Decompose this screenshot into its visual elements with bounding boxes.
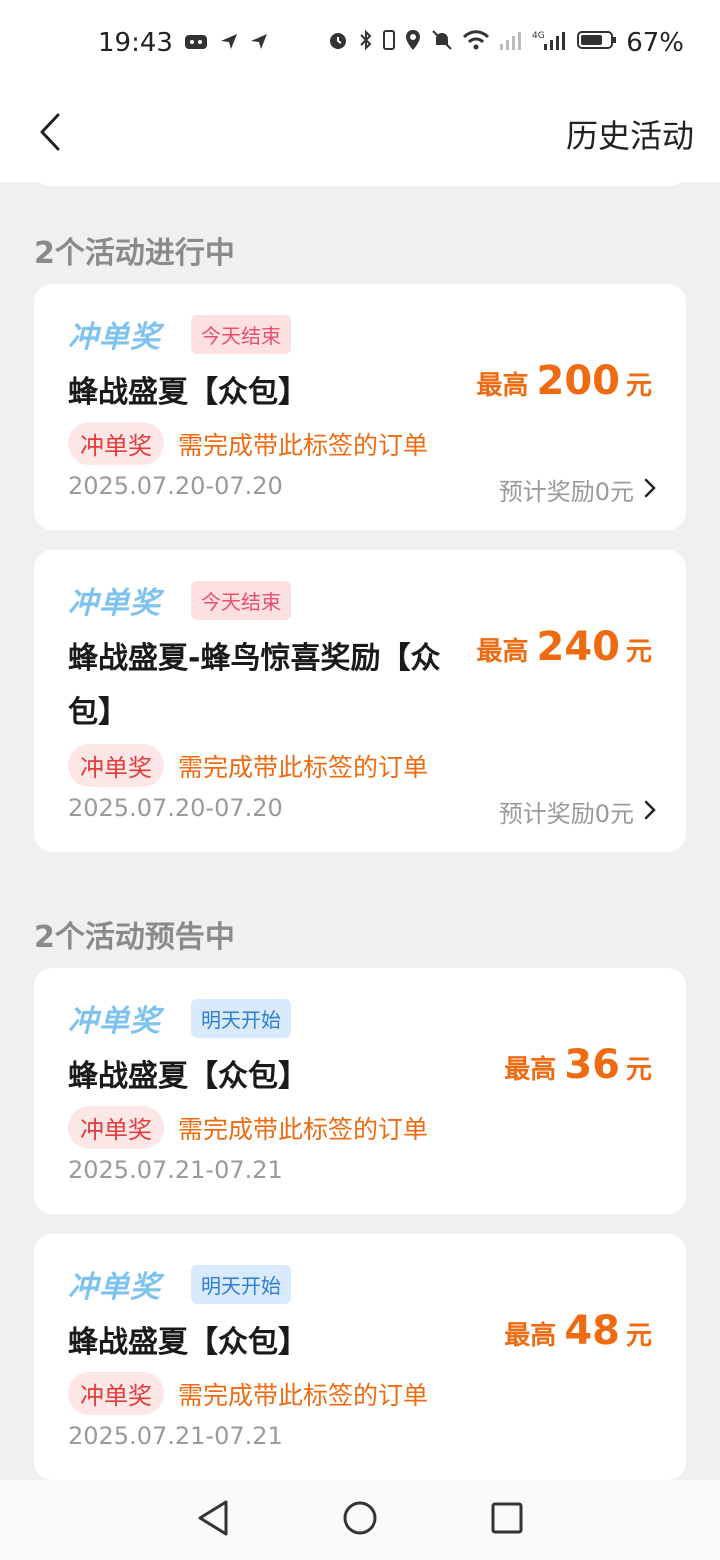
chevron-right-icon — [644, 476, 656, 504]
section-title-upcoming: 2个活动预告中 — [34, 920, 235, 955]
reward-unit: 元 — [625, 371, 652, 401]
status-badge: 明天开始 — [191, 1264, 291, 1304]
send-icon — [249, 28, 269, 58]
bluetooth-icon — [358, 28, 374, 59]
activity-card[interactable]: 冲单奖 明天开始 蜂战盛夏【众包】 最高 36 元 冲单奖 需完成带此标签的订单… — [34, 968, 686, 1214]
reward-amount: 最高 48 元 — [504, 1308, 652, 1354]
square-recents-icon — [490, 1501, 524, 1539]
requirement-tag: 冲单奖 — [68, 744, 164, 787]
reward-prefix: 最高 — [476, 371, 529, 401]
activity-title: 蜂战盛夏-蜂鸟惊喜奖励【众包】 — [68, 641, 441, 730]
status-right: 4G 67% — [326, 28, 684, 59]
chevron-left-icon — [38, 112, 62, 156]
activity-date: 2025.07.21-07.21 — [68, 1156, 283, 1184]
home-nav-button[interactable] — [330, 1490, 390, 1550]
reward-amount: 最高 200 元 — [476, 358, 652, 404]
triangle-back-icon — [196, 1499, 230, 1541]
mute-icon — [430, 28, 454, 59]
reward-prefix: 最高 — [504, 1321, 557, 1351]
battery-icon — [576, 28, 618, 59]
reward-value: 48 — [564, 1308, 620, 1354]
status-badge: 今天结束 — [191, 314, 291, 354]
signal-4g-icon: 4G — [532, 28, 568, 59]
requirement-tag: 冲单奖 — [68, 1372, 164, 1415]
activity-date: 2025.07.21-07.21 — [68, 1422, 283, 1450]
activity-card[interactable]: 冲单奖 明天开始 蜂战盛夏【众包】 最高 48 元 冲单奖 需完成带此标签的订单… — [34, 1234, 686, 1480]
back-nav-button[interactable] — [183, 1490, 243, 1550]
status-badge: 明天开始 — [191, 998, 291, 1038]
history-activities-link[interactable]: 历史活动 — [566, 111, 694, 157]
activity-date: 2025.07.20-07.20 — [68, 472, 283, 500]
nav-bar: 历史活动 — [0, 86, 720, 182]
card-tag-row: 冲单奖 今天结束 — [68, 312, 291, 356]
requirement-text: 需完成带此标签的订单 — [178, 1380, 429, 1410]
circle-home-icon — [341, 1499, 379, 1541]
battery-percent: 67% — [626, 28, 684, 58]
activity-card[interactable]: 冲单奖 今天结束 蜂战盛夏【众包】 最高 200 元 冲单奖 需完成带此标签的订… — [34, 284, 686, 530]
requirement-row: 冲单奖 需完成带此标签的订单 — [68, 422, 428, 465]
location-icon — [404, 28, 422, 59]
card-tag-row: 冲单奖 明天开始 — [68, 996, 291, 1040]
wifi-icon — [462, 28, 490, 59]
section-title-ongoing: 2个活动进行中 — [34, 236, 235, 271]
signal-icon — [498, 28, 524, 59]
send-icon — [219, 28, 239, 58]
status-badge: 今天结束 — [191, 580, 291, 620]
reward-prefix: 最高 — [476, 637, 529, 667]
reward-value: 240 — [536, 624, 620, 670]
requirement-text: 需完成带此标签的订单 — [178, 1114, 429, 1144]
svg-text:4G: 4G — [532, 31, 545, 41]
status-time: 19:43 — [98, 28, 173, 58]
requirement-text: 需完成带此标签的订单 — [178, 752, 429, 782]
estimate-text: 预计奖励0元 — [498, 478, 634, 506]
brand-label: 冲单奖 — [68, 1270, 161, 1305]
estimate-text: 预计奖励0元 — [498, 800, 634, 828]
activity-date: 2025.07.20-07.20 — [68, 794, 283, 822]
activity-title: 蜂战盛夏【众包】 — [68, 375, 308, 410]
chevron-right-icon — [644, 798, 656, 826]
reward-unit: 元 — [625, 637, 652, 667]
reward-unit: 元 — [625, 1055, 652, 1085]
vibrate-icon — [382, 28, 396, 59]
activity-card[interactable]: 冲单奖 今天结束 蜂战盛夏-蜂鸟惊喜奖励【众包】 最高 240 元 冲单奖 需完… — [34, 550, 686, 852]
system-navigation-bar — [0, 1480, 720, 1560]
requirement-row: 冲单奖 需完成带此标签的订单 — [68, 1372, 428, 1415]
recents-nav-button[interactable] — [477, 1490, 537, 1550]
reward-amount: 最高 240 元 — [476, 624, 652, 670]
status-bar: 19:43 4G 67% — [0, 0, 720, 86]
reward-value: 200 — [536, 358, 620, 404]
brand-label: 冲单奖 — [68, 1004, 161, 1039]
estimate-reward-link[interactable]: 预计奖励0元 — [499, 472, 656, 507]
reward-value: 36 — [564, 1042, 620, 1088]
activity-title: 蜂战盛夏【众包】 — [68, 1325, 308, 1360]
reward-prefix: 最高 — [504, 1055, 557, 1085]
previous-card-edge — [34, 170, 686, 186]
card-tag-row: 冲单奖 今天结束 — [68, 578, 291, 622]
requirement-tag: 冲单奖 — [68, 422, 164, 465]
requirement-row: 冲单奖 需完成带此标签的订单 — [68, 1106, 428, 1149]
estimate-reward-link[interactable]: 预计奖励0元 — [499, 794, 656, 829]
requirement-row: 冲单奖 需完成带此标签的订单 — [68, 744, 428, 787]
requirement-tag: 冲单奖 — [68, 1106, 164, 1149]
app-notification-icon — [183, 28, 209, 58]
card-tag-row: 冲单奖 明天开始 — [68, 1262, 291, 1306]
requirement-text: 需完成带此标签的订单 — [178, 430, 429, 460]
alarm-icon — [326, 28, 350, 59]
status-left: 19:43 — [98, 28, 269, 58]
back-button[interactable] — [30, 104, 70, 164]
brand-label: 冲单奖 — [68, 320, 161, 355]
reward-unit: 元 — [625, 1321, 652, 1351]
activity-title: 蜂战盛夏【众包】 — [68, 1059, 308, 1094]
reward-amount: 最高 36 元 — [504, 1042, 652, 1088]
brand-label: 冲单奖 — [68, 586, 161, 621]
